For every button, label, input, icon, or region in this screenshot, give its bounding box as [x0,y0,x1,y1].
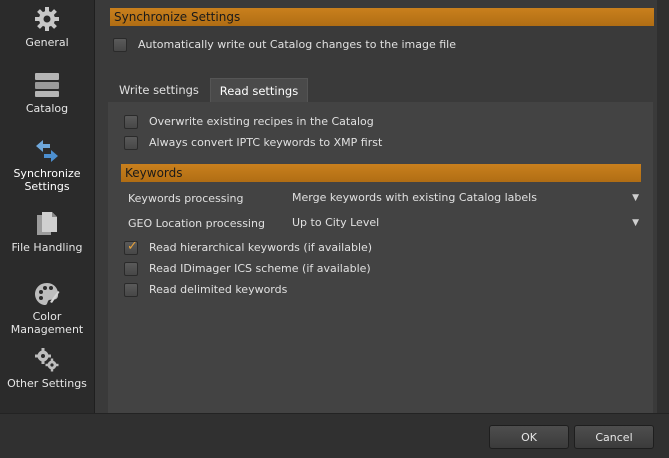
tab-read-settings[interactable]: Read settings [210,78,308,102]
geo-location-select[interactable]: Up to City Level ▼ [292,214,639,232]
sidebar-item-label-line2: Management [10,323,84,336]
sidebar-item-label: General [25,36,69,49]
sidebar-item-label: Catalog [25,102,69,115]
sidebar-item-label-line2: Settings [24,180,70,193]
convert-iptc-label: Always convert IPTC keywords to XMP firs… [149,136,383,149]
checkbox-box[interactable] [124,262,138,276]
checkbox-box[interactable] [113,38,127,52]
sidebar-item-label-line1: Synchronize [13,167,81,180]
ok-button[interactable]: OK [489,425,569,449]
ics-scheme-checkbox[interactable]: Read IDimager ICS scheme (if available) [124,261,371,277]
delimited-keywords-label: Read delimited keywords [149,283,288,296]
hierarchical-keywords-checkbox[interactable]: ✓ Read hierarchical keywords (if availab… [124,239,373,256]
checkbox-box[interactable] [124,115,138,129]
dropdown-arrow-icon: ▼ [632,193,639,203]
sidebar-item-general[interactable]: General [0,6,94,49]
checkmark-icon: ✓ [127,239,138,254]
cancel-button[interactable]: Cancel [574,425,654,449]
sidebar-item-label: Other Settings [7,377,87,390]
gears-icon [35,348,59,372]
overwrite-recipes-checkbox[interactable]: Overwrite existing recipes in the Catalo… [124,114,374,130]
section-header-synchronize: Synchronize Settings [110,8,654,26]
sidebar-item-color-management[interactable]: Color Management [0,282,94,336]
hierarchical-keywords-label: Read hierarchical keywords (if available… [149,241,373,254]
sidebar-item-label: File Handling [11,241,83,254]
convert-iptc-checkbox[interactable]: Always convert IPTC keywords to XMP firs… [124,135,382,151]
delimited-keywords-checkbox[interactable]: Read delimited keywords [124,282,287,298]
checkbox-box[interactable] [124,283,138,297]
tab-write-settings[interactable]: Write settings [112,78,206,102]
geo-location-label: GEO Location processing [128,217,265,230]
ics-scheme-label: Read IDimager ICS scheme (if available) [149,262,371,275]
database-icon [35,73,59,97]
sidebar-item-catalog[interactable]: Catalog [0,72,94,115]
gear-icon [35,7,59,31]
sidebar-item-other-settings[interactable]: Other Settings [0,347,94,390]
keywords-processing-label: Keywords processing [128,192,244,205]
sidebar-item-synchronize-settings[interactable]: Synchronize Settings [0,139,94,193]
settings-sidebar: General Catalog Synchronize Settings Fil… [0,0,95,413]
sync-arrows-icon [36,140,58,162]
sidebar-item-label-line1: Color [32,310,62,323]
checkbox-box[interactable] [124,136,138,150]
scrollbar[interactable] [657,0,669,413]
section-header-keywords: Keywords [121,164,641,182]
files-icon [37,212,57,235]
auto-write-label: Automatically write out Catalog changes … [138,38,456,51]
palette-icon [35,283,60,305]
geo-location-value: Up to City Level [292,216,380,229]
keywords-processing-select[interactable]: Merge keywords with existing Catalog lab… [292,189,639,207]
dropdown-arrow-icon: ▼ [632,218,639,228]
auto-write-checkbox[interactable]: Automatically write out Catalog changes … [113,37,456,53]
overwrite-recipes-label: Overwrite existing recipes in the Catalo… [149,115,374,128]
sidebar-item-file-handling[interactable]: File Handling [0,211,94,254]
checkbox-box[interactable]: ✓ [124,239,138,255]
keywords-processing-value: Merge keywords with existing Catalog lab… [292,191,537,204]
